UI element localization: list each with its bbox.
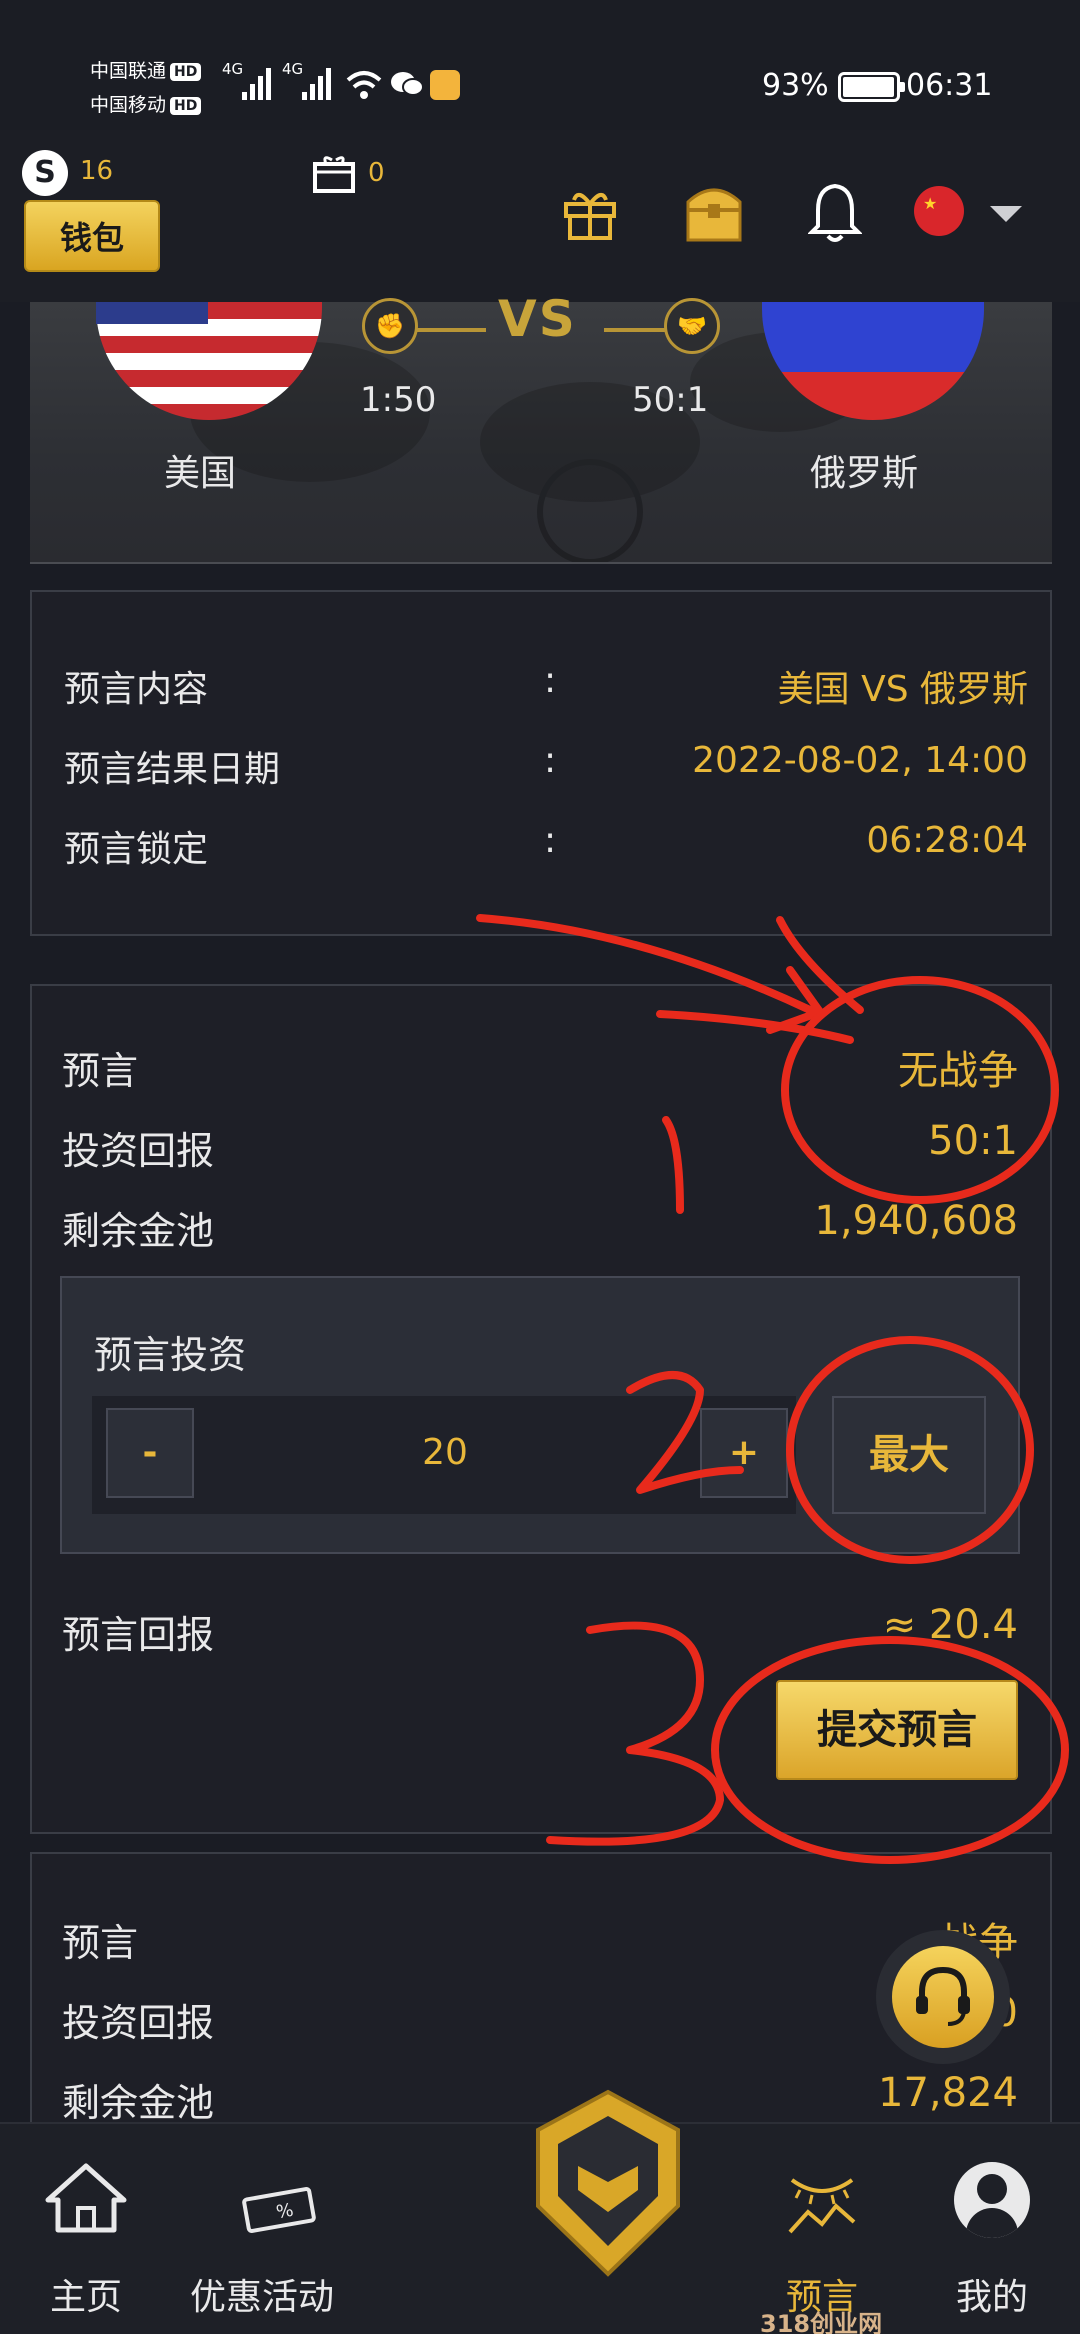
center-logo-icon[interactable] (528, 2086, 688, 2282)
svg-text:%: % (275, 2200, 295, 2224)
home-icon[interactable] (30, 2160, 142, 2236)
profile-icon[interactable] (954, 2162, 1030, 2238)
watermark: 318创业网 www.1318.com (760, 2310, 883, 2334)
annotation-overlay (476, 914, 1069, 1864)
predict-icon[interactable] (782, 2162, 862, 2242)
coupon-icon[interactable]: % (226, 2180, 326, 2240)
nav-promotions[interactable]: 优惠活动 (162, 2268, 362, 2320)
nav-home[interactable]: 主页 (0, 2268, 186, 2320)
